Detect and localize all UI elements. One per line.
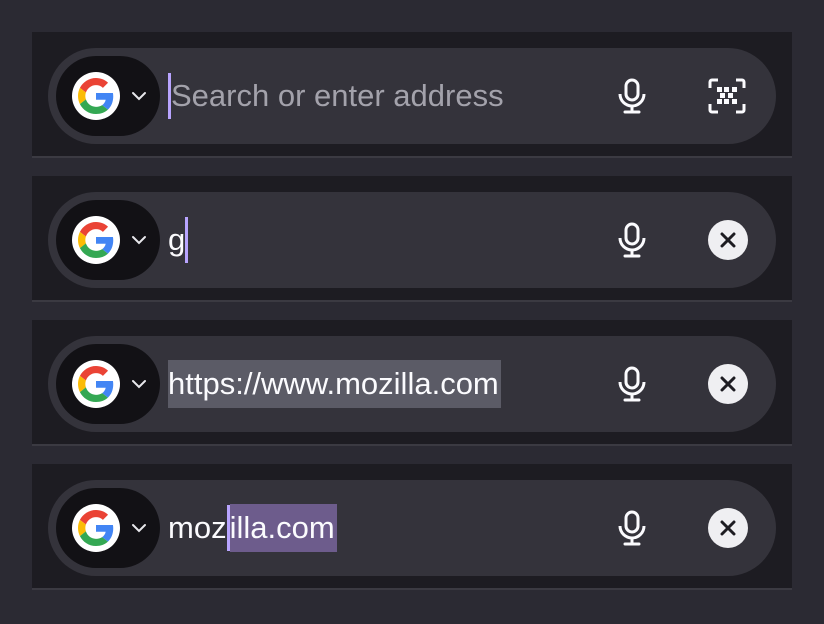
autocomplete-suggestion: illa.com	[229, 504, 337, 552]
address-placeholder: Search or enter address	[171, 78, 504, 113]
clear-button[interactable]	[708, 508, 748, 548]
toolbar-row-typing: g	[32, 176, 792, 302]
address-input[interactable]: g	[168, 216, 608, 264]
search-engine-selector[interactable]	[56, 200, 160, 280]
clear-button[interactable]	[708, 220, 748, 260]
address-input[interactable]: https://www.mozilla.com	[168, 360, 608, 408]
toolbar-row-empty: Search or enter address	[32, 32, 792, 158]
google-icon	[72, 216, 120, 264]
clear-icon	[720, 232, 736, 248]
address-input[interactable]: Search or enter address	[168, 72, 608, 120]
google-icon	[72, 72, 120, 120]
microphone-icon[interactable]	[612, 508, 652, 548]
typed-text: moz	[168, 510, 227, 545]
clear-icon	[720, 376, 736, 392]
chevron-down-icon	[132, 92, 146, 101]
microphone-icon[interactable]	[612, 364, 652, 404]
text-caret	[185, 217, 189, 263]
qr-code-icon[interactable]	[708, 78, 746, 114]
url-bar: mozilla.com	[48, 480, 776, 576]
address-value: g	[168, 222, 186, 257]
chevron-down-icon	[132, 236, 146, 245]
toolbar-row-url-selected: https://www.mozilla.com	[32, 320, 792, 446]
microphone-icon[interactable]	[612, 76, 652, 116]
url-bar: https://www.mozilla.com	[48, 336, 776, 432]
chevron-down-icon	[132, 380, 146, 389]
url-bar: g	[48, 192, 776, 288]
address-input[interactable]: mozilla.com	[168, 504, 608, 552]
clear-button[interactable]	[708, 364, 748, 404]
google-icon	[72, 360, 120, 408]
toolbar-row-autocomplete: mozilla.com	[32, 464, 792, 590]
url-bar: Search or enter address	[48, 48, 776, 144]
search-engine-selector[interactable]	[56, 344, 160, 424]
microphone-icon[interactable]	[612, 220, 652, 260]
selected-url-text: https://www.mozilla.com	[168, 360, 501, 408]
clear-icon	[720, 520, 736, 536]
search-engine-selector[interactable]	[56, 488, 160, 568]
google-icon	[72, 504, 120, 552]
chevron-down-icon	[132, 524, 146, 533]
search-engine-selector[interactable]	[56, 56, 160, 136]
